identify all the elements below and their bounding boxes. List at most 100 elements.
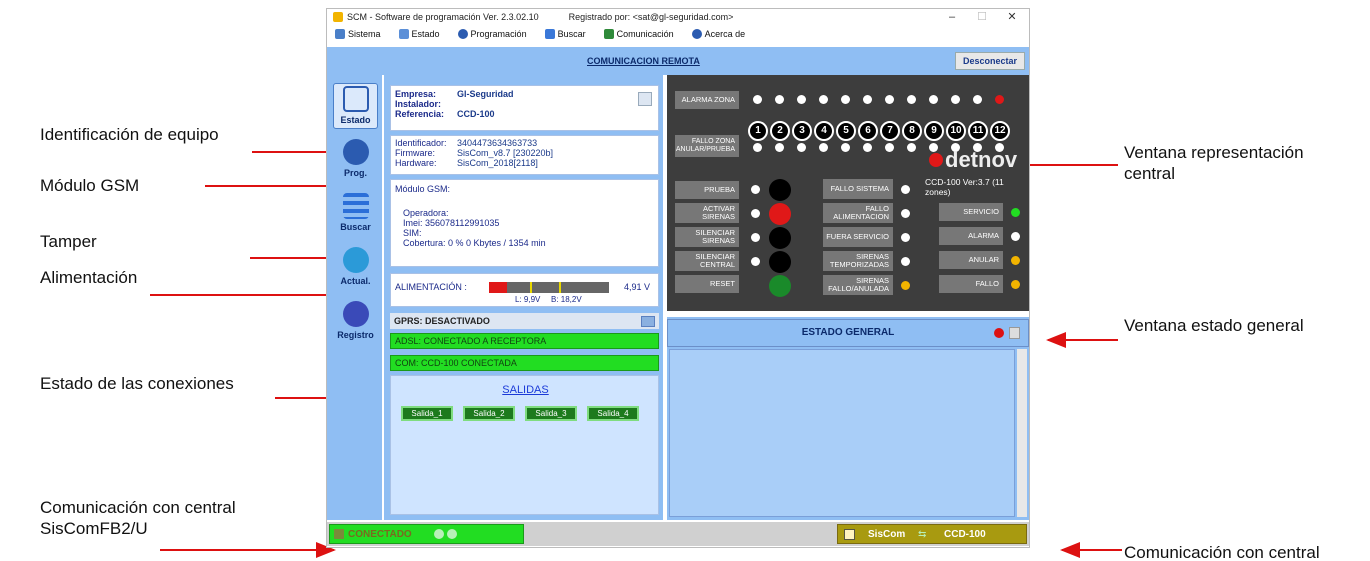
zone-number-9[interactable]: 9 — [924, 121, 944, 141]
fallo-zona-button[interactable]: FALLO ZONA ANULAR/PRUEBA — [675, 135, 739, 157]
label-alimentacion: Alimentación — [40, 268, 138, 287]
zone-alarm-led-7 — [885, 95, 894, 104]
menu-programacion[interactable]: Programación — [457, 29, 527, 39]
zone-number-5[interactable]: 5 — [836, 121, 856, 141]
activar-sirenas-button[interactable]: ACTIVAR SIRENAS — [675, 203, 739, 223]
zone-alarm-led-10 — [951, 95, 960, 104]
zone-number-10[interactable]: 10 — [946, 121, 966, 141]
hardware-label: Hardware: — [395, 158, 437, 168]
menu-acerca-de[interactable]: Acerca de — [691, 29, 745, 39]
zone-alarm-led-8 — [907, 95, 916, 104]
page-title: COMUNICACION REMOTA — [587, 56, 700, 66]
activar-sirenas-light — [769, 203, 791, 225]
empresa-label: Empresa: — [395, 89, 437, 99]
central-model: CCD-100 Ver:3.7 (11 zones) — [925, 177, 1004, 197]
alarma-zona-button[interactable]: ALARMA ZONA — [675, 91, 739, 109]
power-low-marker — [530, 282, 532, 293]
salidas-box: SALIDAS Salida_1 Salida_2 Salida_3 Salid… — [390, 375, 659, 515]
label-tamper: Tamper — [40, 232, 97, 251]
salida-1-button[interactable]: Salida_1 — [401, 406, 453, 421]
menu-comunicacion[interactable]: Comunicación — [603, 29, 674, 39]
zone-number-2[interactable]: 2 — [770, 121, 790, 141]
alarma-indicator: ALARMA — [939, 227, 1003, 245]
menu-sistema[interactable]: Sistema — [335, 29, 381, 39]
sidebar-item-actual[interactable]: Actual. — [333, 245, 378, 291]
detnov-logo: detnov — [945, 147, 1018, 172]
anular-led — [1011, 256, 1020, 265]
zone-alarm-led-12 — [995, 95, 1004, 104]
sirenas-temporizadas-indicator: SIRENAS TEMPORIZADAS — [823, 251, 893, 271]
salidas-title[interactable]: SALIDAS — [391, 384, 660, 396]
sidebar-item-registro[interactable]: Registro — [333, 299, 378, 345]
network-icon — [603, 29, 614, 39]
zone-fault-led-6 — [863, 143, 872, 152]
sidebar-item-buscar[interactable]: Buscar — [333, 191, 378, 237]
empresa-value: Gl-Seguridad — [457, 89, 514, 99]
estado-general-log[interactable] — [669, 349, 1015, 517]
estado-general-panel: ESTADO GENERAL — [667, 317, 1029, 520]
reset-button[interactable]: RESET — [675, 275, 739, 293]
firmware-value: SisCom_v8.7 [230220b] — [457, 148, 554, 158]
zone-number-11[interactable]: 11 — [968, 121, 988, 141]
zone-alarm-led-2 — [775, 95, 784, 104]
sliders-icon — [342, 86, 369, 112]
company-box: Empresa: Gl-Seguridad Instalador: Referen… — [390, 85, 659, 131]
minimize-button[interactable]: – — [937, 9, 967, 25]
zone-number-7[interactable]: 7 — [880, 121, 900, 141]
gsm-box: Módulo GSM: Operadora: Imei: 35607811299… — [390, 179, 659, 267]
link-arrow-icon: ⇆ — [918, 529, 927, 540]
prueba-button[interactable]: PRUEBA — [675, 181, 739, 199]
salida-3-button[interactable]: Salida_3 — [525, 406, 577, 421]
salida-2-button[interactable]: Salida_2 — [463, 406, 515, 421]
silenciar-central-led — [751, 257, 760, 266]
power-label: ALIMENTACIÓN : — [395, 282, 467, 292]
sidebar-item-estado[interactable]: Estado — [333, 83, 378, 129]
zone-alarm-led-11 — [973, 95, 982, 104]
close-button[interactable]: ✕ — [997, 9, 1027, 25]
monitor-icon[interactable] — [641, 316, 655, 327]
estado-scrollbar[interactable] — [1017, 349, 1027, 517]
zone-number-1[interactable]: 1 — [748, 121, 768, 141]
disconnect-button[interactable]: Desconectar — [955, 52, 1025, 70]
menu-buscar[interactable]: Buscar — [544, 29, 586, 39]
link-status: SisCom ⇆ CCD-100 — [837, 524, 1027, 544]
salida-4-button[interactable]: Salida_4 — [587, 406, 639, 421]
app-window: SCM - Software de programación Ver. 2.3.… — [326, 8, 1030, 548]
hardware-value: SisCom_2018[2118] — [457, 158, 538, 168]
zone-number-6[interactable]: 6 — [858, 121, 878, 141]
silenciar-central-button[interactable]: SILENCIAR CENTRAL — [675, 251, 739, 271]
central-panel: ALARMA ZONA FALLO ZONA ANULAR/PRUEBA 123… — [667, 75, 1029, 311]
label-modulo-gsm: Módulo GSM — [40, 176, 140, 195]
anular-indicator: ANULAR — [939, 251, 1003, 269]
zone-number-4[interactable]: 4 — [814, 121, 834, 141]
zone-number-8[interactable]: 8 — [902, 121, 922, 141]
fallo-sistema-indicator: FALLO SISTEMA — [823, 179, 893, 199]
zone-fault-led-3 — [797, 143, 806, 152]
sidebar-item-prog[interactable]: Prog. — [333, 137, 378, 183]
disk-icon — [342, 139, 369, 165]
alarma-led — [1011, 232, 1020, 241]
maximize-button[interactable]: ☐ — [967, 9, 997, 25]
referencia-value: CCD-100 — [457, 109, 495, 119]
fallo-alimentacion-led — [901, 209, 910, 218]
window-title: SCM - Software de programación Ver. 2.3.… — [347, 12, 539, 22]
fallo-sistema-led — [901, 185, 910, 194]
fuera-servicio-indicator: FUERA SERVICIO — [823, 227, 893, 247]
zone-fault-led-5 — [841, 143, 850, 152]
menu-estado[interactable]: Estado — [398, 29, 440, 39]
zone-fault-led-8 — [907, 143, 916, 152]
sliders-icon — [398, 29, 409, 39]
zone-number-12[interactable]: 12 — [990, 121, 1010, 141]
registered-by: Registrado por: <sat@gl-seguridad.com> — [568, 12, 734, 22]
record-icon[interactable] — [994, 328, 1004, 338]
gsm-title: Módulo GSM: — [395, 184, 451, 194]
label-comunicacion-siscom-2: SisComFB2/U — [40, 519, 148, 538]
info-icon — [691, 29, 702, 39]
reset-light — [769, 275, 791, 297]
prueba-light — [769, 179, 791, 201]
silenciar-sirenas-button[interactable]: SILENCIAR SIRENAS — [675, 227, 739, 247]
edit-icon[interactable] — [638, 92, 652, 106]
label-identificacion: Identificación de equipo — [40, 125, 219, 144]
save-icon[interactable] — [1009, 327, 1020, 339]
zone-number-3[interactable]: 3 — [792, 121, 812, 141]
